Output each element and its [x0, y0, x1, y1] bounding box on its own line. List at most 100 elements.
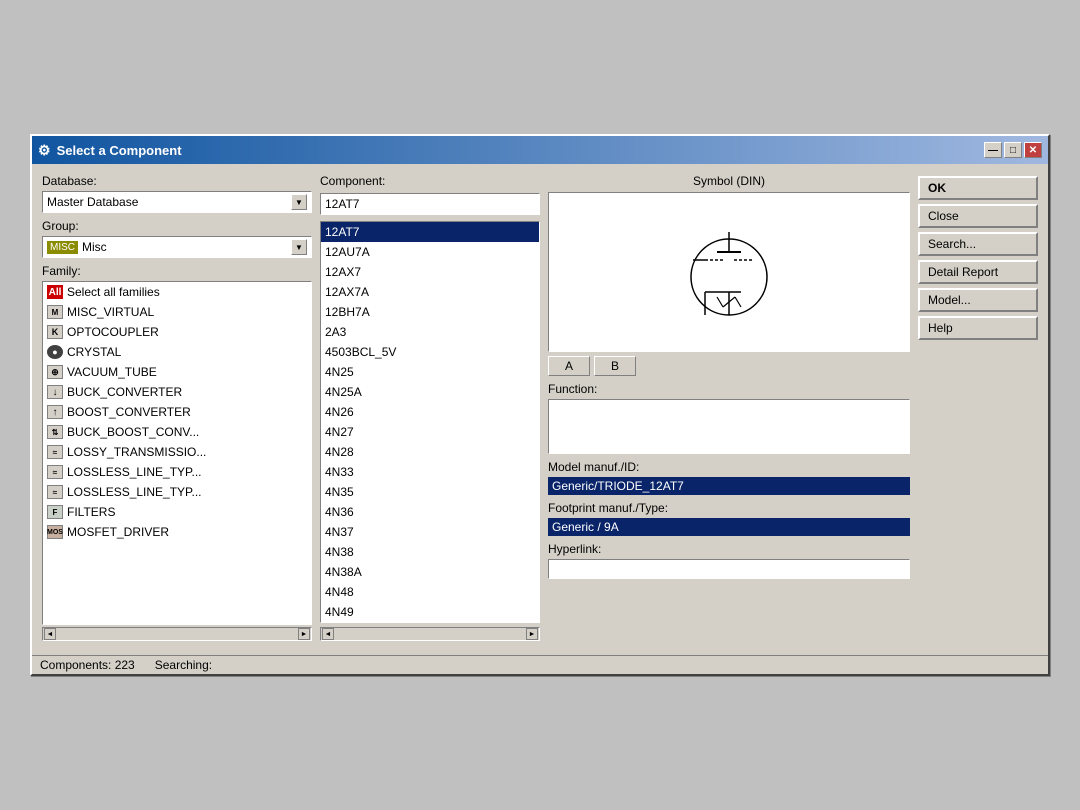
component-search-input[interactable]: [320, 193, 540, 215]
family-scroll-right[interactable]: ►: [298, 628, 310, 640]
model-button[interactable]: Model...: [918, 288, 1038, 312]
family-icon-lossless1: ≈: [47, 465, 63, 479]
family-name-crystal: CRYSTAL: [67, 345, 121, 359]
family-item-buckboost[interactable]: ⇅ BUCK_BOOST_CONV...: [43, 422, 311, 442]
family-icon-lossless2: ≈: [47, 485, 63, 499]
component-item-4n27[interactable]: 4N27: [321, 422, 539, 442]
symbol-tabs: A B: [548, 356, 910, 376]
family-name-lossy: LOSSY_TRANSMISSIO...: [67, 445, 206, 459]
component-item-4n48[interactable]: 4N48: [321, 582, 539, 602]
component-list[interactable]: 12AT7 12AU7A 12AX7 12AX7A 12BH7A 2A3 450…: [321, 222, 539, 622]
components-count: Components: 223: [40, 658, 135, 672]
component-item-4n28[interactable]: 4N28: [321, 442, 539, 462]
titlebar-buttons: — □ ✕: [984, 142, 1042, 158]
center-column: Symbol (DIN): [548, 174, 910, 641]
component-hscrollbar[interactable]: ◄ ►: [320, 627, 540, 641]
component-item-2a3[interactable]: 2A3: [321, 322, 539, 342]
close-button-btn[interactable]: Close: [918, 204, 1038, 228]
family-item-lossless1[interactable]: ≈ LOSSLESS_LINE_TYP...: [43, 462, 311, 482]
footprint-label: Footprint manuf./Type:: [548, 501, 910, 515]
family-item-lossy[interactable]: ≈ LOSSY_TRANSMISSIO...: [43, 442, 311, 462]
status-bar: Components: 223 Searching:: [32, 655, 1048, 674]
detail-report-button[interactable]: Detail Report: [918, 260, 1038, 284]
family-label: Family:: [42, 264, 312, 278]
component-item-12at7[interactable]: 12AT7: [321, 222, 539, 242]
titlebar-left: ⚙ Select a Component: [38, 142, 182, 159]
ok-button[interactable]: OK: [918, 176, 1038, 200]
tab-a[interactable]: A: [548, 356, 590, 376]
component-item-4503bcl[interactable]: 4503BCL_5V: [321, 342, 539, 362]
component-list-container: 12AT7 12AU7A 12AX7 12AX7A 12BH7A 2A3 450…: [320, 221, 540, 623]
group-dropdown-arrow[interactable]: ▼: [291, 239, 307, 255]
component-item-4n35[interactable]: 4N35: [321, 482, 539, 502]
model-section: Model manuf./ID: Generic/TRIODE_12AT7: [548, 460, 910, 495]
family-list[interactable]: All Select all families M MISC_VIRTUAL K…: [43, 282, 311, 624]
component-item-4n38a[interactable]: 4N38A: [321, 562, 539, 582]
family-icon-opto: K: [47, 325, 63, 339]
family-item-mosfet[interactable]: MOS MOSFET_DRIVER: [43, 522, 311, 542]
family-name-all: Select all families: [67, 285, 160, 299]
component-item-12bh7a[interactable]: 12BH7A: [321, 302, 539, 322]
database-dropdown[interactable]: Master Database ▼: [42, 191, 312, 213]
component-item-12ax7[interactable]: 12AX7: [321, 262, 539, 282]
family-item-buck[interactable]: ↓ BUCK_CONVERTER: [43, 382, 311, 402]
family-icon-vacuum: ⊕: [47, 365, 63, 379]
family-name-buck: BUCK_CONVERTER: [67, 385, 182, 399]
function-value: [548, 399, 910, 454]
family-item-all[interactable]: All Select all families: [43, 282, 311, 302]
database-dropdown-arrow[interactable]: ▼: [291, 194, 307, 210]
component-item-4n33[interactable]: 4N33: [321, 462, 539, 482]
family-item-crystal[interactable]: ● CRYSTAL: [43, 342, 311, 362]
model-value: Generic/TRIODE_12AT7: [548, 477, 910, 495]
component-item-12au7a[interactable]: 12AU7A: [321, 242, 539, 262]
help-button[interactable]: Help: [918, 316, 1038, 340]
family-item-boost[interactable]: ↑ BOOST_CONVERTER: [43, 402, 311, 422]
family-item-misc-virtual[interactable]: M MISC_VIRTUAL: [43, 302, 311, 322]
database-label: Database:: [42, 174, 312, 188]
component-item-4n26[interactable]: 4N26: [321, 402, 539, 422]
family-name-mosfet: MOSFET_DRIVER: [67, 525, 169, 539]
family-hscrollbar[interactable]: ◄ ►: [42, 627, 312, 641]
main-content: Database: Master Database ▼ Group: MISC …: [32, 164, 1048, 651]
titlebar-icon: ⚙: [38, 142, 51, 159]
component-item-4n37[interactable]: 4N37: [321, 522, 539, 542]
family-item-filters[interactable]: F FILTERS: [43, 502, 311, 522]
symbol-svg: [679, 212, 779, 332]
family-icon-filters: F: [47, 505, 63, 519]
family-item-optocoupler[interactable]: K OPTOCOUPLER: [43, 322, 311, 342]
hyperlink-section: Hyperlink:: [548, 542, 910, 579]
component-item-12ax7a[interactable]: 12AX7A: [321, 282, 539, 302]
component-scroll-right[interactable]: ►: [526, 628, 538, 640]
family-scroll-left[interactable]: ◄: [44, 628, 56, 640]
model-label: Model manuf./ID:: [548, 460, 910, 474]
group-icon: MISC: [47, 241, 78, 254]
family-name-misc: MISC_VIRTUAL: [67, 305, 154, 319]
minimize-button[interactable]: —: [984, 142, 1002, 158]
footprint-section: Footprint manuf./Type: Generic / 9A: [548, 501, 910, 536]
group-dropdown[interactable]: MISC Misc ▼: [42, 236, 312, 258]
family-icon-buck: ↓: [47, 385, 63, 399]
symbol-display: [548, 192, 910, 352]
family-icon-misc: M: [47, 305, 63, 319]
component-scroll-left[interactable]: ◄: [322, 628, 334, 640]
maximize-button[interactable]: □: [1004, 142, 1022, 158]
database-section: Database: Master Database ▼: [42, 174, 312, 213]
component-item-4n36[interactable]: 4N36: [321, 502, 539, 522]
family-icon-buckboost: ⇅: [47, 425, 63, 439]
search-button[interactable]: Search...: [918, 232, 1038, 256]
family-icon-boost: ↑: [47, 405, 63, 419]
family-name-opto: OPTOCOUPLER: [67, 325, 159, 339]
button-column: OK Close Search... Detail Report Model..…: [918, 174, 1038, 641]
component-item-4n38[interactable]: 4N38: [321, 542, 539, 562]
family-item-vacuum[interactable]: ⊕ VACUUM_TUBE: [43, 362, 311, 382]
window-title: Select a Component: [57, 143, 182, 158]
family-name-boost: BOOST_CONVERTER: [67, 405, 191, 419]
family-name-lossless1: LOSSLESS_LINE_TYP...: [67, 465, 202, 479]
family-item-lossless2[interactable]: ≈ LOSSLESS_LINE_TYP...: [43, 482, 311, 502]
hyperlink-value: [548, 559, 910, 579]
tab-b[interactable]: B: [594, 356, 636, 376]
close-button[interactable]: ✕: [1024, 142, 1042, 158]
component-item-4n25[interactable]: 4N25: [321, 362, 539, 382]
component-item-4n49[interactable]: 4N49: [321, 602, 539, 622]
component-item-4n25a[interactable]: 4N25A: [321, 382, 539, 402]
